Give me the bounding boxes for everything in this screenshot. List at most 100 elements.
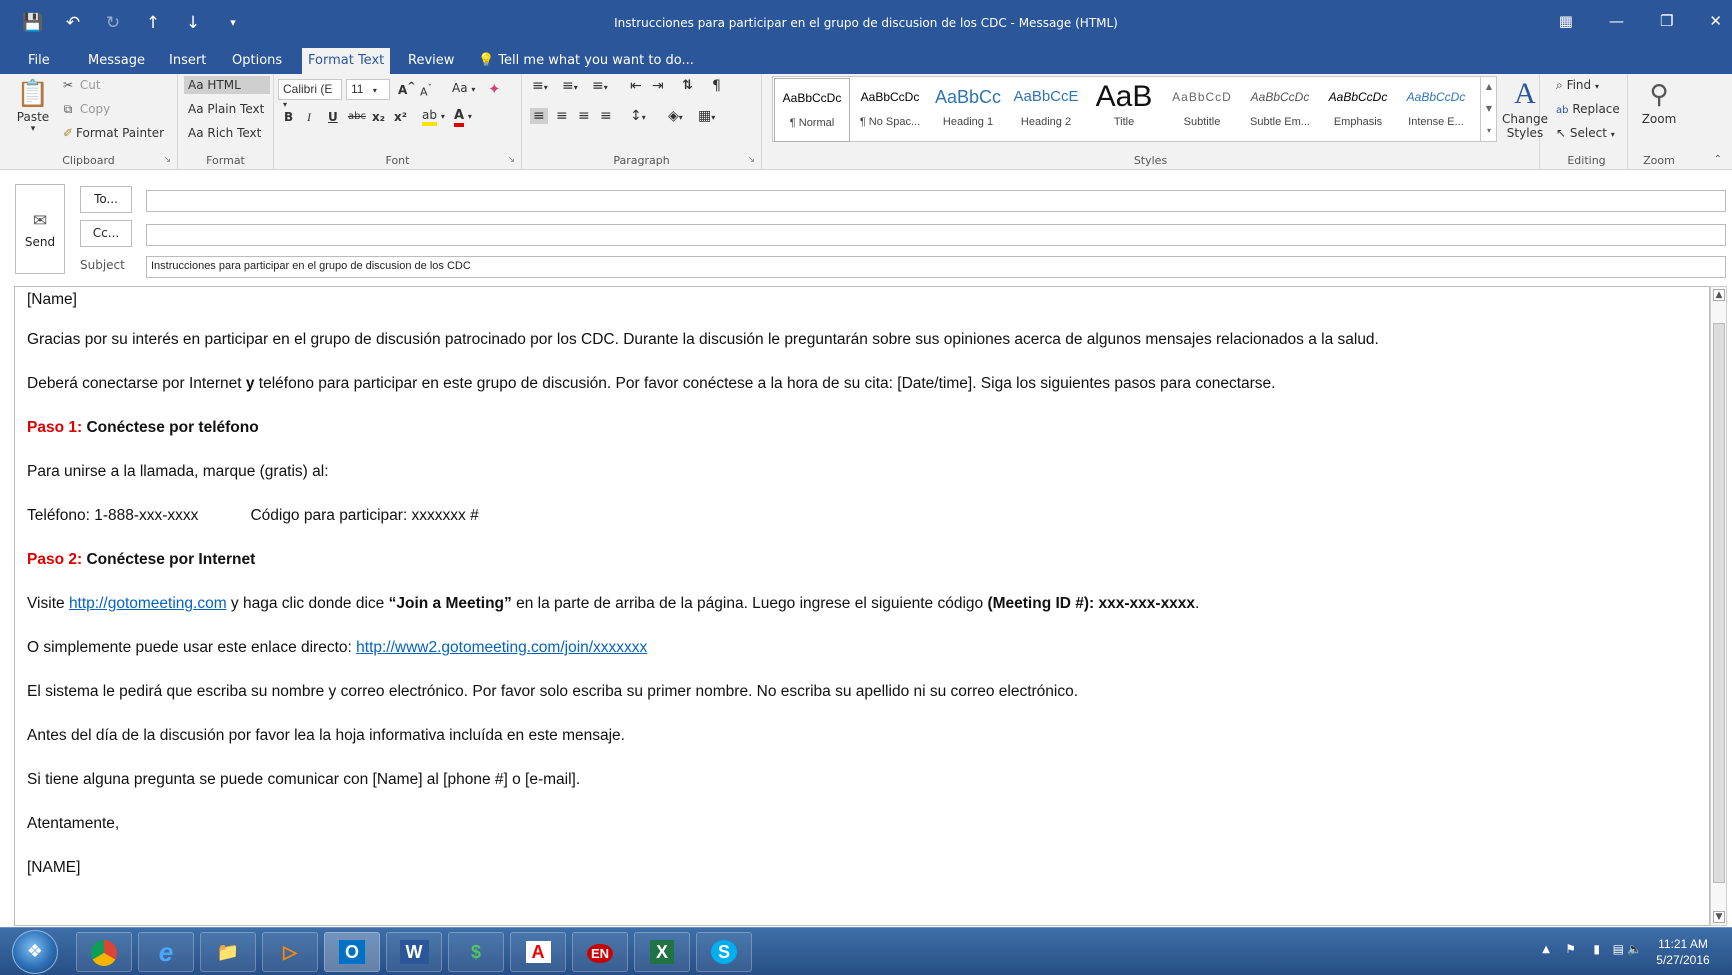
app-s-icon[interactable]: $ xyxy=(448,932,504,972)
sort-icon[interactable]: ⇅ xyxy=(682,78,693,93)
cut-button[interactable]: ✂ Cut xyxy=(60,78,101,92)
pilcrow-icon[interactable]: ¶ xyxy=(712,78,721,94)
superscript-button[interactable]: x² xyxy=(394,110,407,124)
increase-indent-icon[interactable]: ⇥ xyxy=(652,78,664,94)
direct-join-link[interactable]: http://www2.gotomeeting.com/join/xxxxxxx xyxy=(356,639,647,656)
cc-field[interactable] xyxy=(146,224,1726,246)
file-explorer-icon[interactable]: 📁 xyxy=(200,932,256,972)
subscript-button[interactable]: x₂ xyxy=(372,110,385,124)
body-paragraph: Visite http://gotomeeting.com y haga cli… xyxy=(27,595,1199,613)
internet-explorer-icon[interactable]: e xyxy=(138,932,194,972)
style-normal[interactable]: AaBbCcDc ¶ Normal xyxy=(774,78,850,142)
font-size-dropdown[interactable]: 11 ▾ xyxy=(346,79,390,100)
paste-icon: 📋 xyxy=(16,79,50,109)
copy-button[interactable]: ⧉ Copy xyxy=(60,102,111,117)
tab-review[interactable]: Review xyxy=(402,48,460,74)
action-center-flag-icon[interactable]: ⚑ xyxy=(1565,942,1576,956)
restore-icon[interactable]: ❐ xyxy=(1660,12,1673,30)
dialog-launcher-icon[interactable]: ↘ xyxy=(163,155,171,165)
app-en-icon[interactable]: EN xyxy=(572,932,628,972)
html-format-button[interactable]: Aa HTML xyxy=(184,76,270,94)
borders-icon[interactable]: ▦▾ xyxy=(698,108,715,124)
style-intense-emphasis[interactable]: AaBbCcDc Intense E... xyxy=(1398,78,1474,142)
power-icon[interactable]: ▮ xyxy=(1593,942,1600,956)
ribbon-display-icon[interactable]: ▦ xyxy=(1559,12,1573,30)
collapse-ribbon-icon[interactable]: ⌃ xyxy=(1714,154,1722,165)
send-button[interactable]: ✉ Send xyxy=(15,184,65,274)
multilevel-list-icon[interactable]: ≡▾ xyxy=(592,78,608,94)
tab-format-text[interactable]: Format Text xyxy=(302,48,391,74)
change-case-label: Aa xyxy=(452,81,468,95)
bullets-icon[interactable]: ≡▾ xyxy=(532,78,548,94)
style-title[interactable]: AaB Title xyxy=(1086,78,1162,142)
minimize-icon[interactable]: — xyxy=(1609,12,1624,30)
cc-button[interactable]: Cc... xyxy=(80,220,132,247)
vertical-scrollbar[interactable]: ▲ ▼ xyxy=(1710,286,1727,926)
rich-text-button[interactable]: Aa Rich Text xyxy=(188,126,261,140)
tab-file[interactable]: File xyxy=(22,48,56,74)
scroll-down-icon[interactable]: ▼ xyxy=(1713,911,1725,923)
style-heading-1[interactable]: AaBbCc Heading 1 xyxy=(930,78,1006,142)
zoom-button[interactable]: ⚲ Zoom xyxy=(1636,78,1682,126)
subject-field[interactable]: Instrucciones para participar en el grup… xyxy=(146,256,1726,278)
clear-formatting-icon[interactable]: ✦ xyxy=(488,80,501,98)
start-button[interactable]: ❖ xyxy=(12,930,58,974)
shrink-font-button[interactable]: Aˇ xyxy=(420,83,432,99)
underline-button[interactable]: U xyxy=(328,110,338,124)
tab-insert[interactable]: Insert xyxy=(163,48,212,74)
grow-font-button[interactable]: A^ xyxy=(398,81,416,97)
clock[interactable]: 11:21 AM 5/27/2016 xyxy=(1648,936,1718,968)
gotomeeting-link[interactable]: http://gotomeeting.com xyxy=(69,595,227,612)
bold-button[interactable]: B xyxy=(284,110,293,124)
paste-button[interactable]: 📋 Paste ▾ xyxy=(10,78,56,134)
outlook-icon[interactable]: O xyxy=(324,932,380,972)
style-heading-2[interactable]: AaBbCcE Heading 2 xyxy=(1008,78,1084,142)
style-no-spacing[interactable]: AaBbCcDc ¶ No Spac... xyxy=(852,78,928,142)
tell-me-box[interactable]: 💡 Tell me what you want to do... xyxy=(478,48,694,74)
change-case-button[interactable]: Aa ▾ xyxy=(452,81,475,95)
styles-gallery-scroll[interactable]: ▲ ▼ ▾ xyxy=(1480,76,1497,142)
style-emphasis[interactable]: AaBbCcDc Emphasis xyxy=(1320,78,1396,142)
style-subtitle[interactable]: AaBbCcD Subtitle xyxy=(1164,78,1240,142)
dialog-launcher-icon[interactable]: ↘ xyxy=(747,155,755,165)
network-signal-icon[interactable]: ▤ xyxy=(1613,942,1624,956)
change-styles-button[interactable]: A Change Styles xyxy=(1502,76,1548,140)
to-field[interactable] xyxy=(146,190,1726,212)
scroll-up-icon[interactable]: ▲ xyxy=(1713,289,1725,301)
replace-button[interactable]: ab Replace xyxy=(1556,102,1620,116)
tab-options[interactable]: Options xyxy=(226,48,288,74)
media-player-icon[interactable]: ▷ xyxy=(262,932,318,972)
font-family-dropdown[interactable]: Calibri (E ▾ xyxy=(278,79,342,109)
close-icon[interactable]: ✕ xyxy=(1709,12,1722,30)
chrome-icon[interactable] xyxy=(76,932,132,972)
acrobat-icon[interactable]: A xyxy=(510,932,566,972)
style-subtle-emphasis[interactable]: AaBbCcDc Subtle Em... xyxy=(1242,78,1318,142)
word-icon[interactable]: W xyxy=(386,932,442,972)
strikethrough-button[interactable]: abc xyxy=(348,111,366,122)
plain-text-button[interactable]: Aa Plain Text xyxy=(188,102,264,116)
numbering-icon[interactable]: ≡▾ xyxy=(562,78,578,94)
justify-icon[interactable]: ≡ xyxy=(600,108,612,124)
scroll-thumb[interactable] xyxy=(1713,323,1725,883)
highlight-color-button[interactable]: ab ▾ xyxy=(422,108,445,126)
align-right-icon[interactable]: ≡ xyxy=(578,108,590,124)
format-painter-button[interactable]: ✐ Format Painter xyxy=(60,126,164,140)
message-body[interactable]: [Name] Gracias por su interés en partici… xyxy=(14,286,1710,926)
italic-button[interactable]: I xyxy=(307,110,311,125)
align-left-icon[interactable]: ≡ xyxy=(530,108,548,124)
to-button[interactable]: To... xyxy=(80,186,132,213)
decrease-indent-icon[interactable]: ⇤ xyxy=(630,78,642,94)
shading-icon[interactable]: ◈▾ xyxy=(668,108,683,124)
font-color-button[interactable]: A ▾ xyxy=(454,108,472,127)
text-run: . xyxy=(1195,595,1200,612)
dialog-launcher-icon[interactable]: ↘ xyxy=(507,155,515,165)
find-button[interactable]: ⌕ Find ▾ xyxy=(1556,78,1599,93)
align-center-icon[interactable]: ≡ xyxy=(556,108,568,124)
skype-icon[interactable]: S xyxy=(696,932,752,972)
tab-message[interactable]: Message xyxy=(82,48,151,74)
line-spacing-icon[interactable]: ↕▾ xyxy=(630,108,646,124)
excel-icon[interactable]: X xyxy=(634,932,690,972)
volume-icon[interactable]: 🔈 xyxy=(1627,942,1642,956)
select-button[interactable]: ↖ Select ▾ xyxy=(1556,126,1615,140)
show-hidden-icons-icon[interactable]: ▲ xyxy=(1542,944,1550,955)
